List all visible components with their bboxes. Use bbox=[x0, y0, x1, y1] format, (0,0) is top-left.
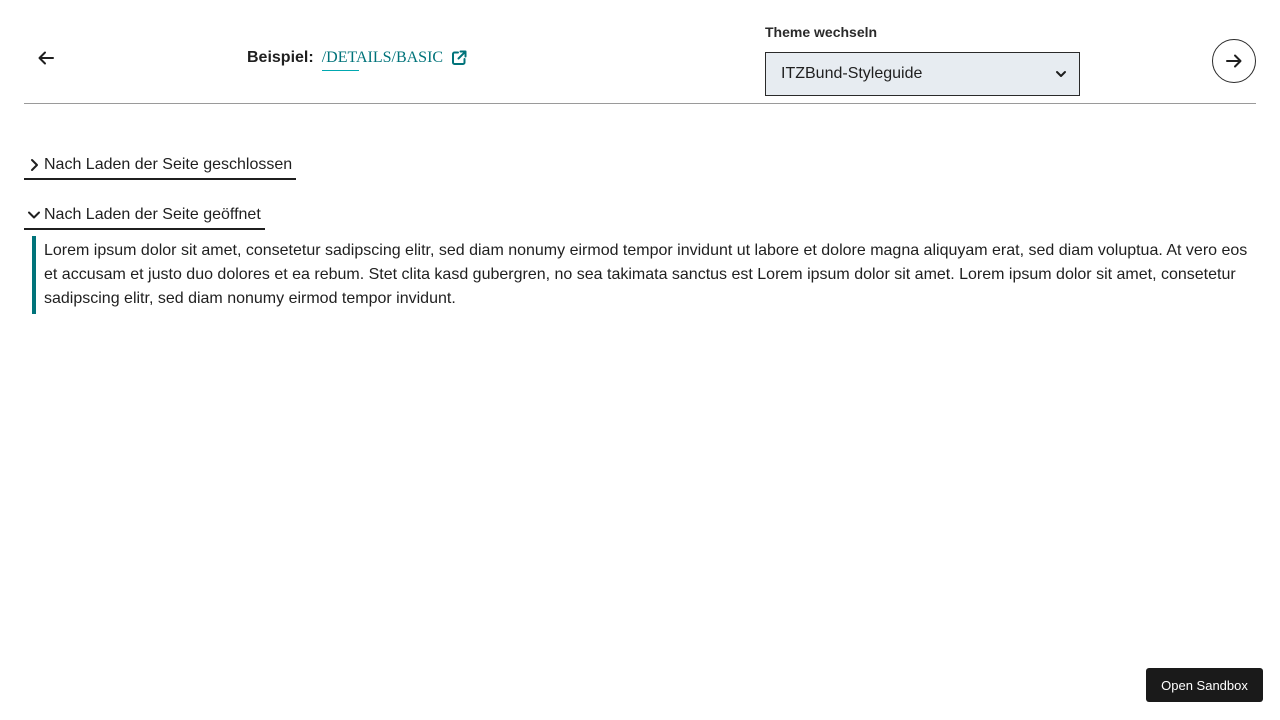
chevron-down-icon bbox=[24, 205, 44, 225]
open-sandbox-button[interactable]: Open Sandbox bbox=[1146, 668, 1263, 702]
summary-label: Nach Laden der Seite geschlossen bbox=[44, 156, 293, 173]
open-sandbox-label: Open Sandbox bbox=[1161, 677, 1248, 693]
next-button[interactable] bbox=[1212, 39, 1256, 83]
chevron-right-icon bbox=[24, 155, 44, 175]
details-closed: Nach Laden der Seite geschlossen bbox=[24, 152, 297, 180]
page: Beispiel: /DETAILS/BASIC Theme wechseln … bbox=[0, 0, 1280, 720]
details-summary-closed[interactable]: Nach Laden der Seite geschlossen bbox=[24, 152, 297, 180]
theme-selected-value: ITZBund-Styleguide bbox=[781, 65, 923, 82]
header-bar: Beispiel: /DETAILS/BASIC Theme wechseln … bbox=[24, 0, 1256, 104]
details-summary-open[interactable]: Nach Laden der Seite geöffnet bbox=[24, 202, 265, 230]
details-content-text: Lorem ipsum dolor sit amet, consetetur s… bbox=[44, 242, 1248, 307]
arrow-right-icon bbox=[1226, 54, 1242, 68]
theme-switcher: Theme wechseln ITZBund-Styleguide bbox=[765, 24, 1080, 96]
back-button[interactable] bbox=[34, 46, 58, 70]
theme-select[interactable]: ITZBund-Styleguide bbox=[765, 52, 1080, 96]
theme-label: Theme wechseln bbox=[765, 24, 878, 40]
example-label: Beispiel: bbox=[247, 49, 314, 66]
details-open: Nach Laden der Seite geöffnet Lorem ipsu… bbox=[24, 202, 1247, 314]
example-link-text: /DETAILS/BASIC bbox=[321, 49, 444, 66]
summary-label: Nach Laden der Seite geöffnet bbox=[44, 206, 261, 223]
arrow-left-icon bbox=[38, 51, 54, 65]
details-content: Lorem ipsum dolor sit amet, consetetur s… bbox=[32, 236, 1248, 314]
link-underline bbox=[321, 70, 359, 71]
external-link-icon bbox=[451, 50, 467, 66]
example-info: Beispiel: /DETAILS/BASIC bbox=[247, 46, 467, 71]
example-link[interactable]: /DETAILS/BASIC bbox=[321, 49, 467, 71]
chevron-down-icon bbox=[1056, 71, 1066, 77]
